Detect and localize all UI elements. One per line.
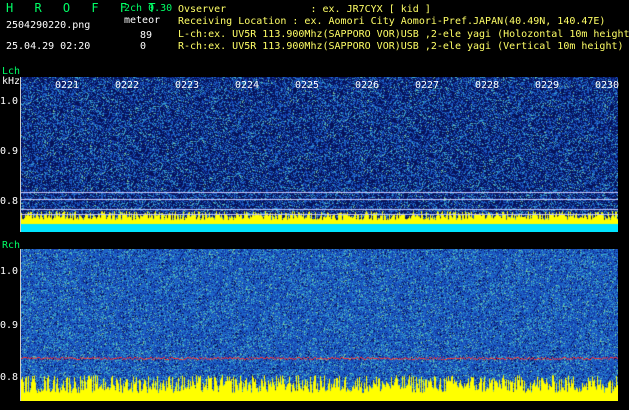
time-label: 0228: [475, 80, 500, 91]
time-label: 0225: [295, 80, 320, 91]
time-label: 0221: [55, 80, 80, 91]
count-lch: 89: [140, 30, 153, 41]
lch-unit: kHz: [2, 76, 21, 87]
time-label: 0223: [175, 80, 200, 91]
observer-info: Ovserver : ex. JR7CYX [ kid ]: [178, 4, 431, 15]
time-label: 0229: [535, 80, 560, 91]
time-label: 0230: [595, 80, 620, 91]
version-label: 2ch 0.30: [124, 3, 173, 14]
rch-ytick-1: 1.0: [0, 266, 19, 277]
count-rch: 0: [140, 41, 147, 52]
rch-ytick-3: 0.8: [0, 372, 19, 383]
lch-ytick-2: 0.9: [0, 146, 19, 157]
time-label: 0224: [235, 80, 260, 91]
mode-label: meteor: [124, 15, 161, 26]
datetime-label: 25.04.29 02:20: [6, 41, 91, 52]
time-label: 0227: [415, 80, 440, 91]
lch-receiver-info: L-ch:ex. UV5R 113.900Mhz(SAPPORO VOR)USB…: [178, 29, 629, 40]
rch-receiver-info: R-ch:ex. UV5R 113.900Mhz(SAPPORO VOR)USB…: [178, 41, 624, 52]
rch-ytick-2: 0.9: [0, 320, 19, 331]
filename-label: 2504290220.png: [6, 20, 91, 31]
rch-label: Rch: [2, 240, 21, 251]
location-info: Receiving Location : ex. Aomori City Aom…: [178, 16, 606, 27]
time-label: 0226: [355, 80, 380, 91]
rch-waterfall: [21, 249, 618, 401]
lch-ytick-1: 1.0: [0, 96, 19, 107]
lch-waterfall: [21, 77, 618, 232]
time-label: 0222: [115, 80, 140, 91]
lch-ytick-3: 0.8: [0, 196, 19, 207]
